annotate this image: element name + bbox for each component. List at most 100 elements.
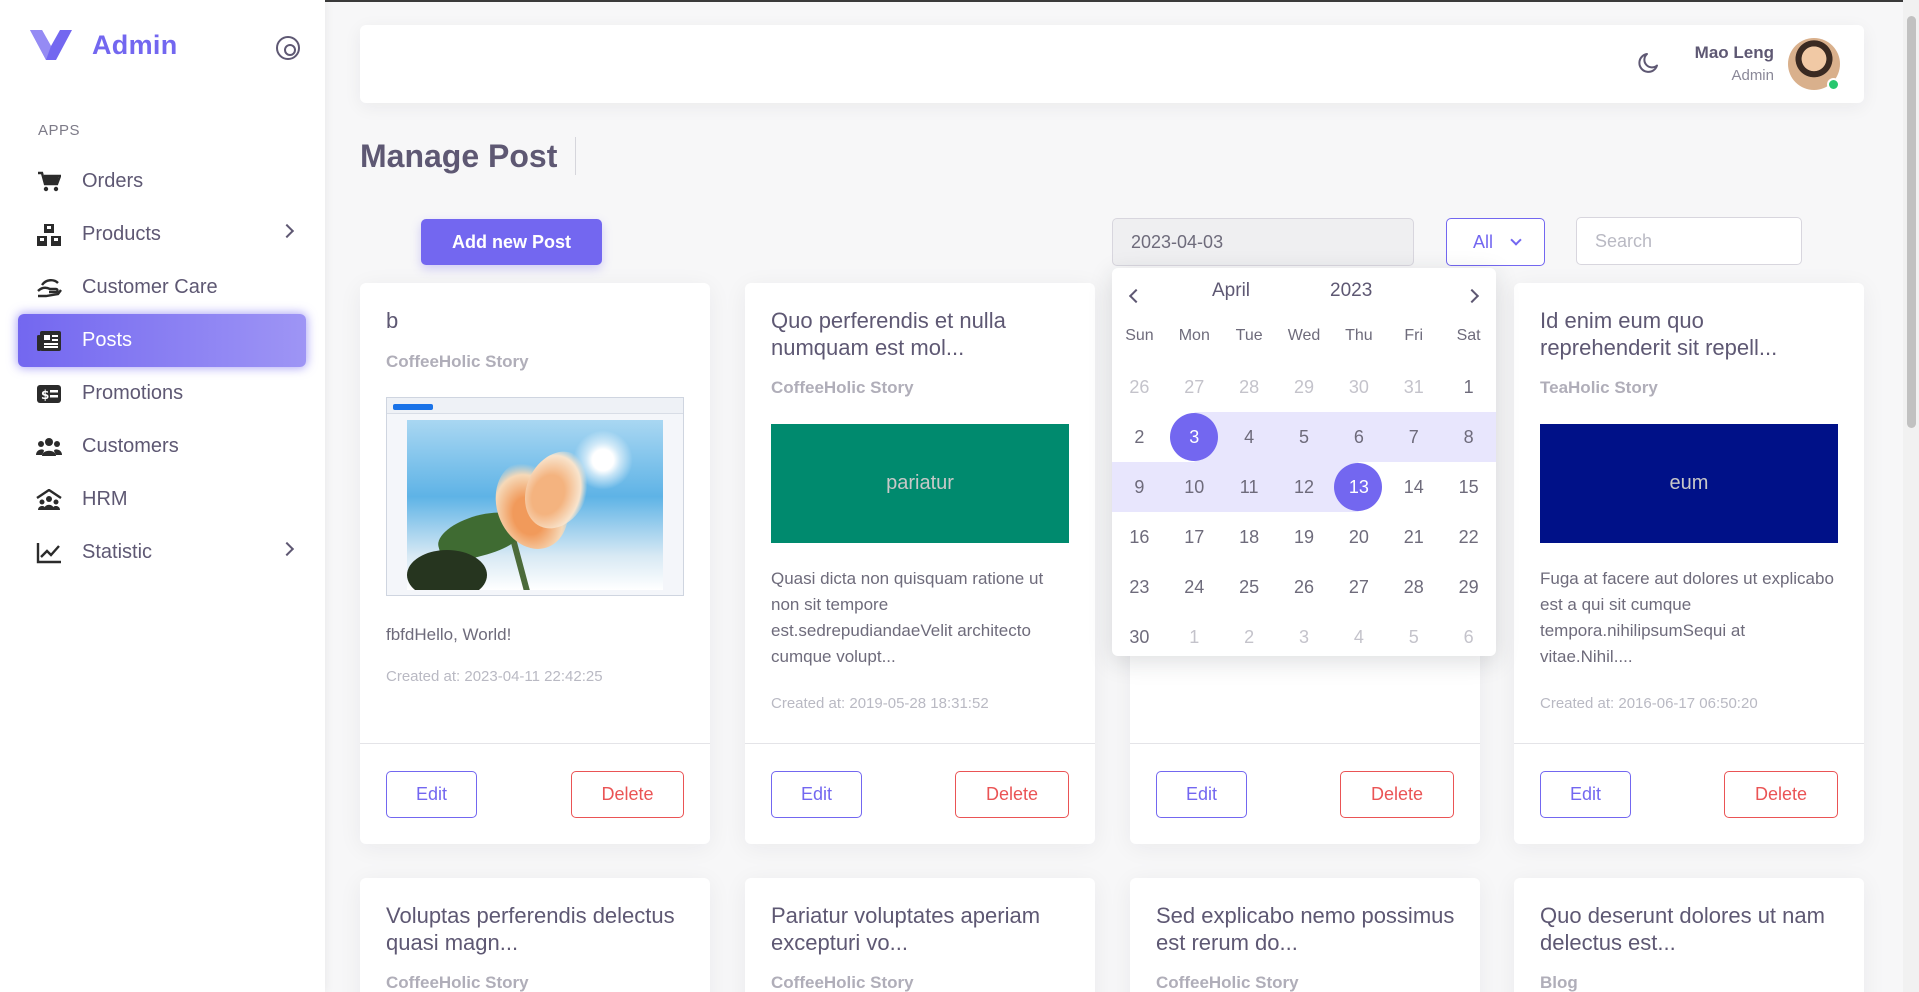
calendar-day[interactable]: 27	[1167, 362, 1222, 412]
post-card: Quo perferendis et nulla numquam est mol…	[745, 283, 1095, 844]
calendar-day[interactable]: 1	[1167, 612, 1222, 662]
calendar-month[interactable]: April	[1212, 280, 1250, 302]
scrollbar-thumb[interactable]	[1907, 16, 1916, 428]
sidebar-item-customer-care[interactable]: Customer Care	[18, 261, 306, 314]
calendar-day[interactable]: 29	[1277, 362, 1332, 412]
calendar-day[interactable]: 26	[1112, 362, 1167, 412]
calendar-day[interactable]: 27	[1331, 562, 1386, 612]
calendar-day[interactable]: 24	[1167, 562, 1222, 612]
calendar-day[interactable]: 1	[1441, 362, 1496, 412]
calendar-day[interactable]: 29	[1441, 562, 1496, 612]
calendar-day-in-range[interactable]: 4	[1221, 412, 1277, 462]
calendar-day-range-start[interactable]: 3	[1166, 412, 1222, 462]
delete-button[interactable]: Delete	[1340, 771, 1454, 818]
cart-icon	[36, 169, 62, 195]
calendar-day-range-end[interactable]: 13	[1331, 462, 1387, 512]
calendar-day[interactable]: 20	[1331, 512, 1386, 562]
calendar-day[interactable]: 28	[1386, 562, 1441, 612]
edit-button[interactable]: Edit	[386, 771, 477, 818]
brand[interactable]: Admin	[28, 28, 178, 62]
card-divider	[1130, 743, 1480, 744]
screenshot-browser-bar	[387, 398, 683, 414]
delete-button[interactable]: Delete	[955, 771, 1069, 818]
category-filter-select[interactable]: All	[1446, 218, 1545, 266]
calendar-day[interactable]: 21	[1386, 512, 1441, 562]
calendar-day[interactable]: 16	[1112, 512, 1167, 562]
sidebar-item-hrm[interactable]: HRM	[18, 473, 306, 526]
money-bill-icon: $	[36, 381, 62, 407]
calendar-year[interactable]: 2023	[1330, 280, 1372, 302]
calendar-day[interactable]: 31	[1386, 362, 1441, 412]
calendar-day[interactable]: 2	[1222, 612, 1277, 662]
chevron-down-icon	[1510, 234, 1522, 246]
boxes-icon	[36, 222, 62, 248]
post-title[interactable]: Pariatur voluptates aperiam excepturi vo…	[771, 902, 1071, 956]
edit-button[interactable]: Edit	[1156, 771, 1247, 818]
calendar-day[interactable]: 6	[1441, 612, 1496, 662]
sidebar-item-promotions[interactable]: $ Promotions	[18, 367, 306, 420]
calendar-day[interactable]: 2	[1112, 412, 1167, 462]
calendar-day-in-range[interactable]: 10	[1166, 462, 1222, 512]
post-excerpt: Fuga at facere aut dolores ut explicabo …	[1540, 569, 1834, 666]
calendar-day-in-range[interactable]: 12	[1276, 462, 1332, 512]
post-author: CoffeeHolic Story	[386, 973, 529, 992]
post-title[interactable]: b	[386, 307, 686, 334]
sidebar-item-label: Statistic	[82, 541, 153, 563]
calendar-day[interactable]: 19	[1277, 512, 1332, 562]
user-name[interactable]: Mao Leng	[1695, 43, 1774, 63]
search-input[interactable]	[1576, 217, 1802, 265]
sidebar-item-posts[interactable]: Posts	[18, 314, 306, 367]
calendar-day[interactable]: 3	[1277, 612, 1332, 662]
sidebar-item-orders[interactable]: Orders	[18, 155, 306, 208]
post-title[interactable]: Voluptas perferendis delectus quasi magn…	[386, 902, 686, 956]
calendar-day[interactable]: 15	[1441, 462, 1496, 512]
post-title[interactable]: Id enim eum quo reprehenderit sit repell…	[1540, 307, 1840, 361]
calendar-day[interactable]: 14	[1386, 462, 1441, 512]
calendar-day[interactable]: 4	[1331, 612, 1386, 662]
svg-text:$: $	[41, 388, 49, 402]
calendar-day[interactable]: 5	[1386, 612, 1441, 662]
post-excerpt: fbfdHello, World!	[386, 625, 512, 644]
date-filter-input[interactable]	[1112, 218, 1414, 266]
chevron-right-icon[interactable]	[1462, 284, 1486, 308]
calendar-day[interactable]: 26	[1277, 562, 1332, 612]
sidebar-nav: Orders Products Customer Care Posts $ Pr…	[18, 155, 306, 579]
add-new-post-button[interactable]: Add new Post	[421, 219, 602, 265]
calendar-week: 16 17 18 19 20 21 22	[1112, 512, 1496, 562]
post-title[interactable]: Sed explicabo nemo possimus est rerum do…	[1156, 902, 1456, 956]
page-scrollbar[interactable]	[1903, 0, 1919, 992]
calendar-day[interactable]: 17	[1167, 512, 1222, 562]
calendar-day-in-range[interactable]: 5	[1276, 412, 1332, 462]
edit-button[interactable]: Edit	[771, 771, 862, 818]
edit-button[interactable]: Edit	[1540, 771, 1631, 818]
calendar-day-in-range[interactable]: 11	[1221, 462, 1277, 512]
sidebar-toggle-icon[interactable]	[276, 36, 300, 60]
post-card: b CoffeeHolic Story fbfdHello, World! Cr…	[360, 283, 710, 844]
delete-button[interactable]: Delete	[571, 771, 684, 818]
calendar-day[interactable]: 22	[1441, 512, 1496, 562]
sidebar-item-statistic[interactable]: Statistic	[18, 526, 306, 579]
sidebar-item-products[interactable]: Products	[18, 208, 306, 261]
calendar-day-in-range[interactable]: 6	[1331, 412, 1387, 462]
calendar-day-in-range[interactable]: 8	[1441, 412, 1497, 462]
hand-care-icon	[36, 275, 62, 301]
calendar-day[interactable]: 23	[1112, 562, 1167, 612]
post-title[interactable]: Quo perferendis et nulla numquam est mol…	[771, 307, 1071, 361]
calendar-day[interactable]: 28	[1222, 362, 1277, 412]
chevron-left-icon[interactable]	[1122, 284, 1146, 308]
calendar-week: 30 1 2 3 4 5 6	[1112, 612, 1496, 662]
moon-icon[interactable]	[1637, 51, 1661, 75]
post-card: Sed explicabo nemo possimus est rerum do…	[1130, 878, 1480, 992]
post-placeholder-image: eum	[1540, 424, 1838, 543]
post-title[interactable]: Quo deserunt dolores ut nam delectus est…	[1540, 902, 1840, 956]
sidebar-item-customers[interactable]: Customers	[18, 420, 306, 473]
calendar-day[interactable]: 30	[1331, 362, 1386, 412]
post-author: CoffeeHolic Story	[386, 352, 529, 371]
calendar-day-in-range[interactable]: 7	[1386, 412, 1442, 462]
calendar-day[interactable]: 25	[1222, 562, 1277, 612]
post-created-at: Created at: 2016-06-17 06:50:20	[1540, 695, 1758, 712]
calendar-day[interactable]: 30	[1112, 612, 1167, 662]
calendar-day-in-range[interactable]: 9	[1112, 462, 1167, 512]
calendar-day[interactable]: 18	[1222, 512, 1277, 562]
delete-button[interactable]: Delete	[1724, 771, 1838, 818]
